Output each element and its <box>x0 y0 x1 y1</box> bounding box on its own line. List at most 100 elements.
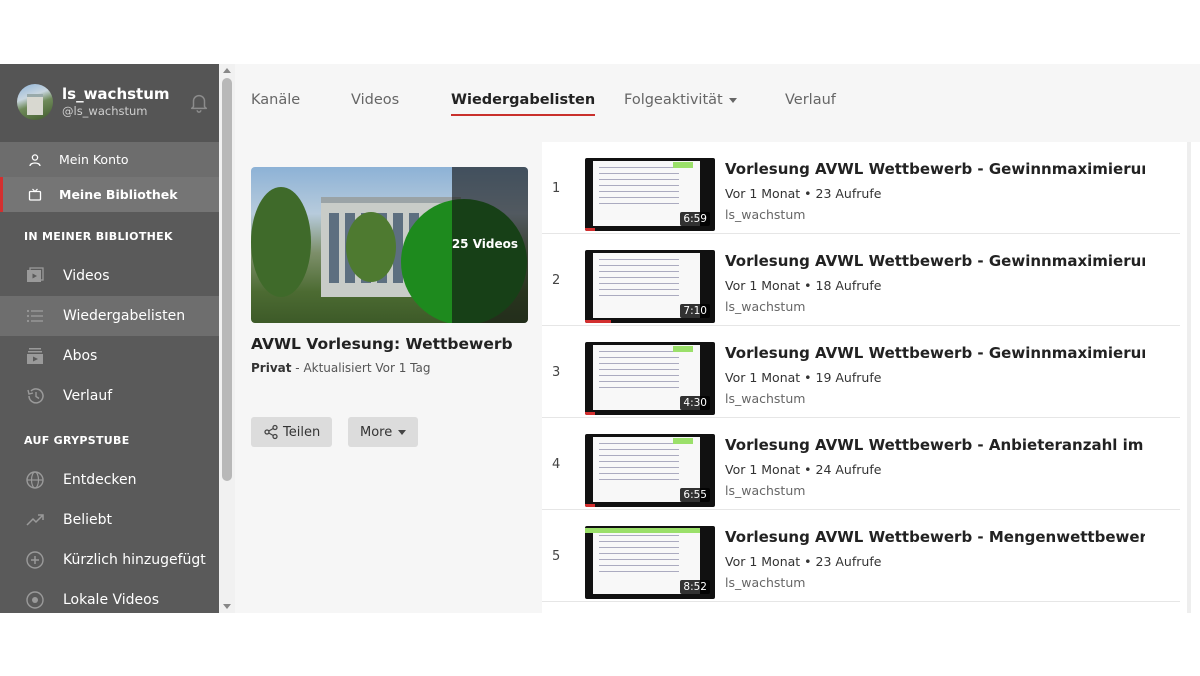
app-window: ls_wachstum @ls_wachstum Mein Konto Mein… <box>0 64 1200 613</box>
sidebar-scrollbar[interactable] <box>219 64 235 613</box>
sidebar-item-lokale-videos[interactable]: Lokale Videos <box>0 580 219 613</box>
watch-progress-bar <box>585 228 596 231</box>
video-channel[interactable]: ls_wachstum <box>725 299 805 314</box>
video-title[interactable]: Vorlesung AVWL Wettbewerb - Gewinnmaximi… <box>725 344 1145 362</box>
playlist-meta: Privat - Aktualisiert Vor 1 Tag <box>251 361 528 375</box>
privacy-label: Privat <box>251 361 292 375</box>
video-title[interactable]: Vorlesung AVWL Wettbewerb - Mengenwettbe… <box>725 528 1145 546</box>
scrollbar-thumb[interactable] <box>222 78 232 481</box>
tree-image <box>251 187 311 297</box>
video-thumbnail[interactable]: 6:55 <box>585 434 715 507</box>
video-row[interactable]: 2 7:10 Vorlesung AVWL Wettbewerb - Gewin… <box>542 234 1180 326</box>
local-icon <box>24 589 46 611</box>
sidebar-item-abos[interactable]: Abos <box>0 336 219 376</box>
sidebar-item-beliebt[interactable]: Beliebt <box>0 500 219 540</box>
subscriptions-icon <box>24 345 46 367</box>
video-index: 5 <box>552 548 561 564</box>
tab-label: Folgeaktivität <box>624 92 723 108</box>
scrollbar-track[interactable] <box>1187 142 1191 613</box>
video-title[interactable]: Vorlesung AVWL Wettbewerb - Gewinnmaximi… <box>725 160 1145 178</box>
user-handle: @ls_wachstum <box>62 104 148 118</box>
video-row[interactable]: 1 6:59 Vorlesung AVWL Wettbewerb - Gewin… <box>542 142 1180 234</box>
sidebar-item-label: Verlauf <box>63 388 113 404</box>
video-library-icon <box>24 265 46 287</box>
video-index: 2 <box>552 272 561 288</box>
playlist-thumbnail[interactable]: 25 Videos <box>251 167 528 323</box>
playlist-video-count: 25 Videos <box>451 237 518 251</box>
video-meta: Vor 1 Monat • 23 Aufrufe <box>725 554 882 569</box>
video-thumbnail[interactable]: 8:52 <box>585 526 715 599</box>
video-duration: 6:59 <box>680 212 710 226</box>
scroll-up-arrow-icon[interactable] <box>223 68 231 73</box>
sidebar-item-label: Videos <box>63 268 110 284</box>
video-meta: Vor 1 Monat • 18 Aufrufe <box>725 278 882 293</box>
tab-videos[interactable]: Videos <box>351 92 399 108</box>
more-label: More <box>360 424 393 440</box>
playlist-video-list: 1 6:59 Vorlesung AVWL Wettbewerb - Gewin… <box>542 142 1200 613</box>
watch-progress-bar <box>585 504 596 507</box>
more-button[interactable]: More <box>348 417 419 447</box>
tab-kanaele[interactable]: Kanäle <box>251 92 300 108</box>
globe-icon <box>24 469 46 491</box>
sidebar-item-verlauf[interactable]: Verlauf <box>0 376 219 416</box>
playlist-icon <box>24 305 46 327</box>
video-channel[interactable]: ls_wachstum <box>725 575 805 590</box>
video-title[interactable]: Vorlesung AVWL Wettbewerb - Anbieteranza… <box>725 436 1145 454</box>
user-block: ls_wachstum @ls_wachstum <box>0 64 219 142</box>
updated-label: - Aktualisiert Vor 1 Tag <box>291 361 431 375</box>
video-duration: 8:52 <box>680 580 710 594</box>
playlist-card: 25 Videos AVWL Vorlesung: Wettbewerb Pri… <box>251 167 528 375</box>
video-list-scrollbar[interactable] <box>1180 142 1200 613</box>
tab-folgeaktivitaet[interactable]: Folgeaktivität <box>624 92 737 108</box>
tab-verlauf[interactable]: Verlauf <box>785 92 836 108</box>
slide-highlight <box>673 346 693 352</box>
video-thumbnail[interactable]: 4:30 <box>585 342 715 415</box>
video-channel[interactable]: ls_wachstum <box>725 391 805 406</box>
notification-bell-icon[interactable] <box>188 90 210 114</box>
share-label: Teilen <box>283 424 321 440</box>
sidebar-item-videos[interactable]: Videos <box>0 256 219 296</box>
username[interactable]: ls_wachstum <box>62 85 170 103</box>
video-thumbnail[interactable]: 7:10 <box>585 250 715 323</box>
sidebar-item-label: Entdecken <box>63 472 137 488</box>
chevron-down-icon <box>728 97 737 103</box>
sidebar-item-label: Kürzlich hinzugefügt <box>63 552 206 568</box>
sidebar-item-mein-konto[interactable]: Mein Konto <box>0 142 219 177</box>
main-content: Kanäle Videos Wiedergabelisten Folgeakti… <box>235 64 1200 613</box>
sidebar-item-label: Meine Bibliothek <box>59 187 178 202</box>
video-duration: 6:55 <box>680 488 710 502</box>
library-tabs: Kanäle Videos Wiedergabelisten Folgeakti… <box>235 64 1200 142</box>
video-meta: Vor 1 Monat • 19 Aufrufe <box>725 370 882 385</box>
history-icon <box>24 385 46 407</box>
sidebar-item-label: Abos <box>63 348 98 364</box>
sidebar-item-entdecken[interactable]: Entdecken <box>0 460 219 500</box>
video-channel[interactable]: ls_wachstum <box>725 483 805 498</box>
share-button[interactable]: Teilen <box>251 417 333 447</box>
slide-highlight <box>673 438 693 444</box>
video-row[interactable]: 5 8:52 Vorlesung AVWL Wettbewerb - Menge… <box>542 510 1180 602</box>
sidebar-item-meine-bibliothek[interactable]: Meine Bibliothek <box>0 177 219 212</box>
sidebar-item-label: Beliebt <box>63 512 112 528</box>
person-icon <box>27 152 43 168</box>
watch-progress-bar <box>585 320 611 323</box>
tab-wiedergabelisten[interactable]: Wiedergabelisten <box>451 92 596 116</box>
sidebar-item-kuerzlich[interactable]: Kürzlich hinzugefügt <box>0 540 219 580</box>
sidebar-item-wiedergabelisten[interactable]: Wiedergabelisten <box>0 296 219 336</box>
video-duration: 4:30 <box>680 396 710 410</box>
video-channel[interactable]: ls_wachstum <box>725 207 805 222</box>
trending-icon <box>24 509 46 531</box>
tv-icon <box>27 187 43 203</box>
plus-circle-icon <box>24 549 46 571</box>
video-row[interactable]: 3 4:30 Vorlesung AVWL Wettbewerb - Gewin… <box>542 326 1180 418</box>
video-title[interactable]: Vorlesung AVWL Wettbewerb - Gewinnmaximi… <box>725 252 1145 270</box>
scroll-down-arrow-icon[interactable] <box>223 604 231 609</box>
playlist-title[interactable]: AVWL Vorlesung: Wettbewerb <box>251 335 528 353</box>
video-index: 3 <box>552 364 561 380</box>
video-row[interactable]: 4 6:55 Vorlesung AVWL Wettbewerb - Anbie… <box>542 418 1180 510</box>
section-title-platform: AUF GRYPSTUBE <box>24 433 130 447</box>
video-meta: Vor 1 Monat • 24 Aufrufe <box>725 462 882 477</box>
video-index: 1 <box>552 180 561 196</box>
avatar[interactable] <box>17 84 53 120</box>
sidebar-item-label: Mein Konto <box>59 152 129 167</box>
video-thumbnail[interactable]: 6:59 <box>585 158 715 231</box>
